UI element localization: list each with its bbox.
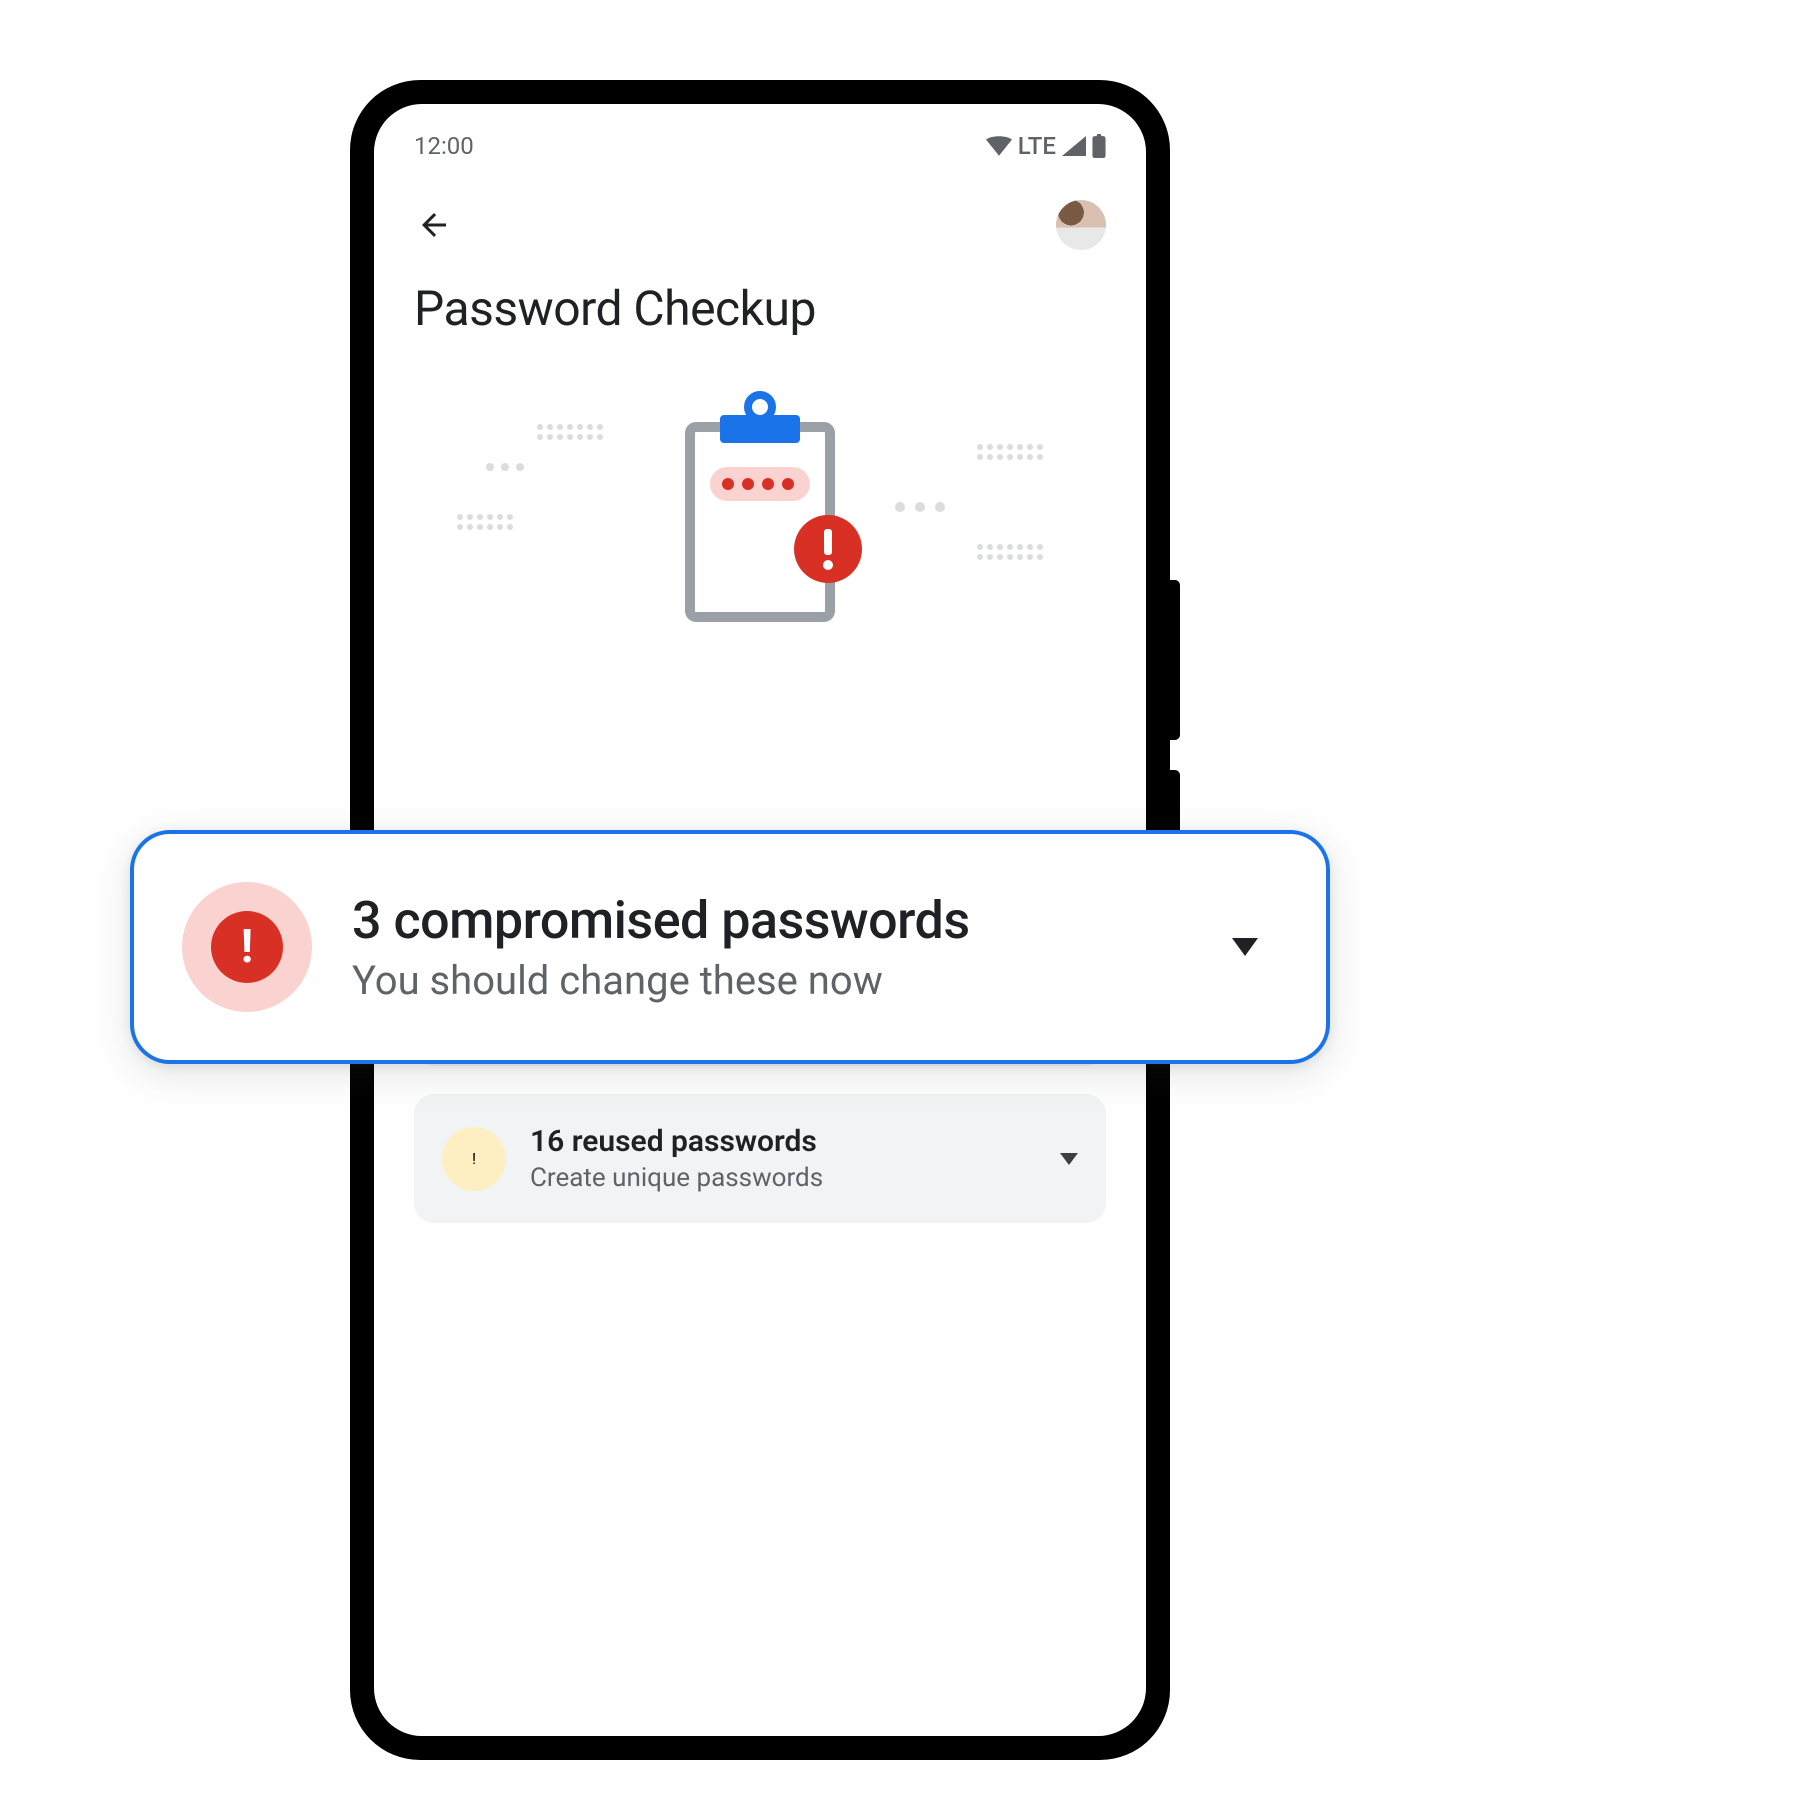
alert-icon-amber: !	[442, 1127, 506, 1191]
phone-side-button	[1170, 580, 1180, 740]
app-bar	[374, 170, 1146, 270]
hero-illustration	[374, 367, 1146, 687]
compromised-passwords-card[interactable]: ! 3 compromised passwords You should cha…	[130, 830, 1330, 1064]
card-subtitle: Create unique passwords	[530, 1163, 1036, 1193]
card-title: 3 compromised passwords	[352, 890, 1192, 951]
battery-icon	[1092, 134, 1106, 158]
alert-icon-red: !	[182, 882, 312, 1012]
reused-passwords-card[interactable]: ! 16 reused passwords Create unique pass…	[414, 1094, 1106, 1223]
wifi-icon	[986, 136, 1012, 156]
back-button[interactable]	[414, 205, 454, 245]
status-bar: 12:00 LTE	[374, 104, 1146, 170]
chevron-down-icon	[1232, 938, 1258, 956]
chevron-down-icon	[1060, 1153, 1078, 1165]
network-label: LTE	[1018, 132, 1056, 160]
account-avatar[interactable]	[1056, 200, 1106, 250]
card-title: 16 reused passwords	[530, 1124, 1036, 1159]
status-indicators: LTE	[986, 132, 1106, 160]
alert-badge-icon	[794, 515, 862, 583]
signal-icon	[1062, 136, 1086, 156]
card-subtitle: You should change these now	[352, 957, 1192, 1004]
clipboard-icon	[690, 395, 830, 617]
arrow-left-icon	[416, 207, 452, 243]
status-time: 12:00	[414, 132, 474, 160]
page-title: Password Checkup	[374, 270, 1146, 367]
